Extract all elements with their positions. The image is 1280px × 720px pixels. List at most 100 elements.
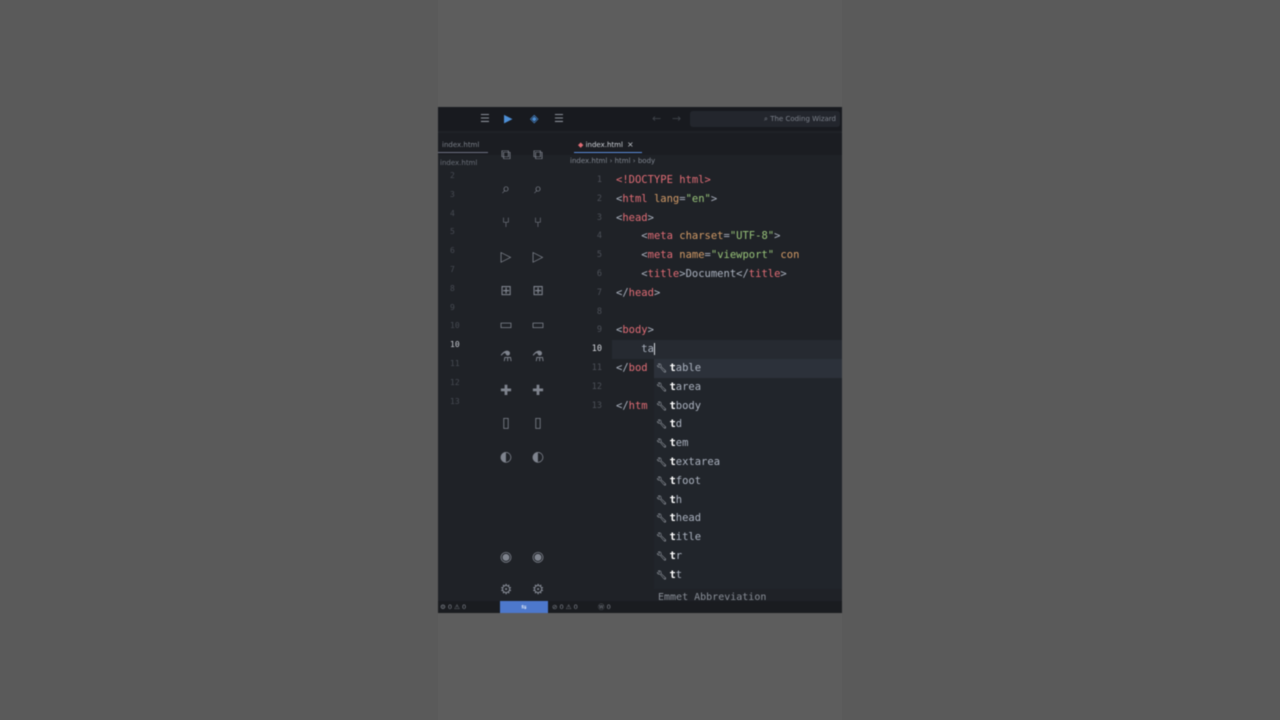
- tag-name: head: [628, 286, 654, 299]
- forward-arrow-icon[interactable]: →: [672, 112, 681, 125]
- attr-value: "viewport": [710, 249, 775, 262]
- wrench-icon: 🔧︎: [656, 495, 668, 506]
- ghost-line: 5: [450, 227, 455, 237]
- menu-icon[interactable]: ☰: [480, 112, 490, 125]
- attr-value: "en": [685, 192, 711, 205]
- python-icon[interactable]: ✚: [528, 381, 548, 401]
- testing-flask-icon[interactable]: ⚗: [528, 347, 548, 367]
- search-icon[interactable]: ⌕: [528, 179, 548, 199]
- database-icon[interactable]: ▯: [496, 413, 516, 433]
- code-line-current[interactable]: ta: [612, 340, 842, 359]
- testing-flask-icon[interactable]: ⚗: [496, 347, 516, 367]
- ghost-tab: index.html: [438, 137, 488, 153]
- suggestion-rest: em: [675, 437, 689, 450]
- source-control-icon[interactable]: ⑂: [528, 213, 548, 233]
- code-line[interactable]: <title>Document</title>: [616, 265, 842, 284]
- backdrop-right: [842, 0, 1280, 720]
- status-errors[interactable]: ⊘ 0 ⚠ 0: [552, 601, 578, 613]
- gear-icon[interactable]: ⚙: [496, 580, 516, 600]
- extensions-icon[interactable]: ⊞: [528, 281, 548, 301]
- code-line[interactable]: <meta name="viewport" con: [616, 246, 842, 265]
- source-control-icon[interactable]: ⑂: [496, 213, 516, 233]
- close-icon[interactable]: ×: [627, 140, 634, 149]
- tag-name: head: [622, 211, 648, 224]
- breadcrumb-file[interactable]: index.html: [570, 157, 607, 165]
- suggestion-item[interactable]: 🔧︎ table: [654, 359, 842, 378]
- line-number: 2: [596, 193, 602, 204]
- remote-indicator[interactable]: ⇆: [500, 601, 548, 613]
- suggestion-item[interactable]: 🔧︎ tbody: [654, 397, 842, 416]
- hamburger-menu-icon[interactable]: ☰: [554, 112, 564, 125]
- attr-name: con: [780, 249, 800, 262]
- line-number: 5: [596, 250, 602, 261]
- ghost-breadcrumb-label: index.html: [440, 159, 478, 167]
- run-debug-icon[interactable]: ▶: [504, 112, 512, 125]
- breadcrumb-body[interactable]: body: [638, 157, 655, 165]
- remote-explorer-icon[interactable]: ▭: [528, 315, 548, 335]
- breadcrumb-separator: ›: [632, 157, 636, 165]
- run-debug-icon[interactable]: ▷: [496, 247, 516, 267]
- wrench-icon: 🔧︎: [656, 551, 668, 562]
- python-icon[interactable]: ✚: [496, 381, 516, 401]
- toggle-icon[interactable]: ◐: [528, 447, 548, 467]
- line-number: 11: [591, 362, 602, 373]
- tag-name: meta: [647, 230, 673, 243]
- explorer-icon[interactable]: ⧉: [496, 145, 516, 165]
- ghost-line: 13: [450, 396, 460, 406]
- suggestion-item[interactable]: 🔧︎ td: [654, 415, 842, 434]
- tag-name: htm: [628, 399, 648, 412]
- toggle-icon[interactable]: ◐: [496, 447, 516, 467]
- suggestion-item[interactable]: 🔧︎ textarea: [654, 453, 842, 472]
- suggestion-item[interactable]: 🔧︎ tr: [654, 547, 842, 566]
- suggestion-rest: r: [675, 549, 683, 562]
- attr-name: lang: [653, 192, 680, 205]
- breadcrumb-separator: ›: [609, 157, 613, 165]
- status-problems[interactable]: ⚙ 0 ⚠ 0: [440, 601, 466, 613]
- ghost-line: 9: [450, 302, 455, 312]
- attr-value: "UTF-8": [729, 230, 775, 243]
- search-text: The Coding Wizard: [770, 115, 836, 123]
- code-line[interactable]: [616, 303, 842, 322]
- suggestion-item[interactable]: 🔧︎ tt: [654, 566, 842, 585]
- title-bar: ☰ ▶ ◈ ☰ ← → ⌕ The Coding Wizard: [438, 107, 842, 131]
- gear-icon[interactable]: ⚙: [528, 580, 548, 600]
- account-icon[interactable]: ◉: [528, 547, 548, 567]
- command-center-search[interactable]: ⌕ The Coding Wizard: [690, 111, 840, 127]
- explorer-icon[interactable]: ⧉: [528, 145, 548, 165]
- search-icon[interactable]: ⌕: [496, 179, 516, 199]
- run-debug-icon[interactable]: ▷: [528, 247, 548, 267]
- suggestion-item[interactable]: 🔧︎ tfoot: [654, 472, 842, 491]
- database-icon[interactable]: ▯: [528, 413, 548, 433]
- extensions-icon[interactable]: ⊞: [496, 281, 516, 301]
- tag-name: html: [622, 192, 648, 205]
- code-line[interactable]: <body>: [616, 321, 842, 340]
- account-icon[interactable]: ◉: [496, 547, 516, 567]
- suggestion-item[interactable]: 🔧︎ title: [654, 528, 842, 547]
- wrench-icon: 🔧︎: [656, 570, 668, 581]
- line-number: 13: [591, 400, 602, 411]
- suggestion-widget: 🔧︎ table 🔧︎ tarea 🔧︎ tbody 🔧︎ td 🔧︎ tem 🔧︎ tex…: [654, 359, 842, 589]
- tag-name: title: [748, 267, 781, 280]
- remote-icon: ⇆: [521, 603, 527, 611]
- suggestion-item[interactable]: 🔧︎ tem: [654, 434, 842, 453]
- back-arrow-icon[interactable]: ←: [652, 112, 661, 125]
- suggestion-item[interactable]: 🔧︎ tarea: [654, 378, 842, 397]
- tab-index-html[interactable]: ◆ index.html ×: [574, 137, 642, 153]
- breadcrumb: index.html › html › body: [570, 157, 655, 169]
- code-line[interactable]: </head>: [616, 284, 842, 303]
- ghost-line: 3: [450, 189, 455, 199]
- code-line[interactable]: <html lang="en">: [616, 190, 842, 209]
- remote-explorer-icon[interactable]: ▭: [496, 315, 516, 335]
- suggestion-rest: t: [675, 568, 683, 581]
- suggestion-item[interactable]: 🔧︎ thead: [654, 509, 842, 528]
- breadcrumb-html[interactable]: html: [615, 157, 631, 165]
- status-ports[interactable]: Ⓦ 0: [598, 601, 611, 613]
- suggestion-rest: body: [675, 399, 702, 412]
- code-line[interactable]: <!DOCTYPE html>: [616, 171, 842, 190]
- text-cursor: [653, 343, 655, 356]
- suggestion-rest: area: [675, 380, 702, 393]
- ghost-line: 12: [450, 377, 460, 387]
- code-line[interactable]: <meta charset="UTF-8">: [616, 227, 842, 246]
- suggestion-item[interactable]: 🔧︎ th: [654, 491, 842, 510]
- code-line[interactable]: <head>: [616, 209, 842, 228]
